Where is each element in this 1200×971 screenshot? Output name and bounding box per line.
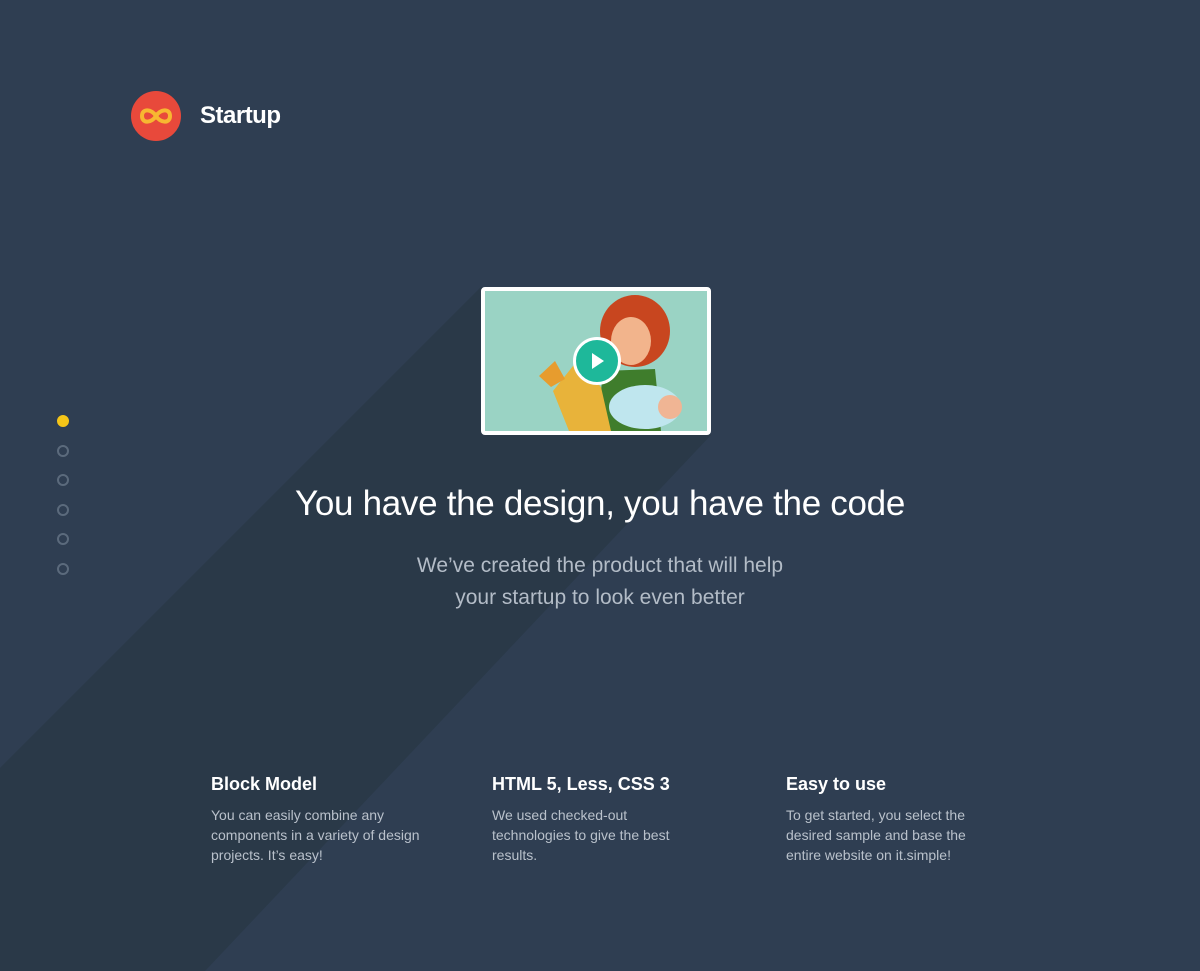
hero-subline-line-1: We’ve created the product that will help xyxy=(416,554,784,577)
hero-subline: We’ve created the product that will help… xyxy=(0,550,1200,614)
play-icon xyxy=(592,353,604,369)
brand-name: Startup xyxy=(200,102,281,129)
feature-title: Easy to use xyxy=(786,774,887,794)
feature-description: To get started, you select the desired s… xyxy=(786,807,966,863)
feature-block-model: Block Model You can easily combine any c… xyxy=(211,774,451,865)
feature-description: We used checked-out technologies to give… xyxy=(492,807,670,863)
nav-dot-1[interactable] xyxy=(57,415,69,427)
nav-dot-5[interactable] xyxy=(57,533,69,546)
feature-html-less-css: HTML 5, Less, CSS 3 We used checked-out … xyxy=(492,774,732,865)
feature-easy-to-use: Easy to use To get started, you select t… xyxy=(786,774,1026,865)
page: Startup You have the design, you have th… xyxy=(0,0,1200,971)
feature-title: HTML 5, Less, CSS 3 xyxy=(492,774,670,794)
hero-headline: You have the design, you have the code xyxy=(294,484,906,523)
hero-subline-line-2: your startup to look even better xyxy=(455,586,745,609)
brand[interactable]: Startup xyxy=(131,91,281,141)
nav-dot-2[interactable] xyxy=(57,444,69,457)
feature-description: You can easily combine any components in… xyxy=(211,807,420,863)
video-thumbnail[interactable] xyxy=(481,287,711,435)
infinity-icon xyxy=(131,91,181,141)
play-button[interactable] xyxy=(573,337,621,385)
feature-title: Block Model xyxy=(211,774,318,794)
